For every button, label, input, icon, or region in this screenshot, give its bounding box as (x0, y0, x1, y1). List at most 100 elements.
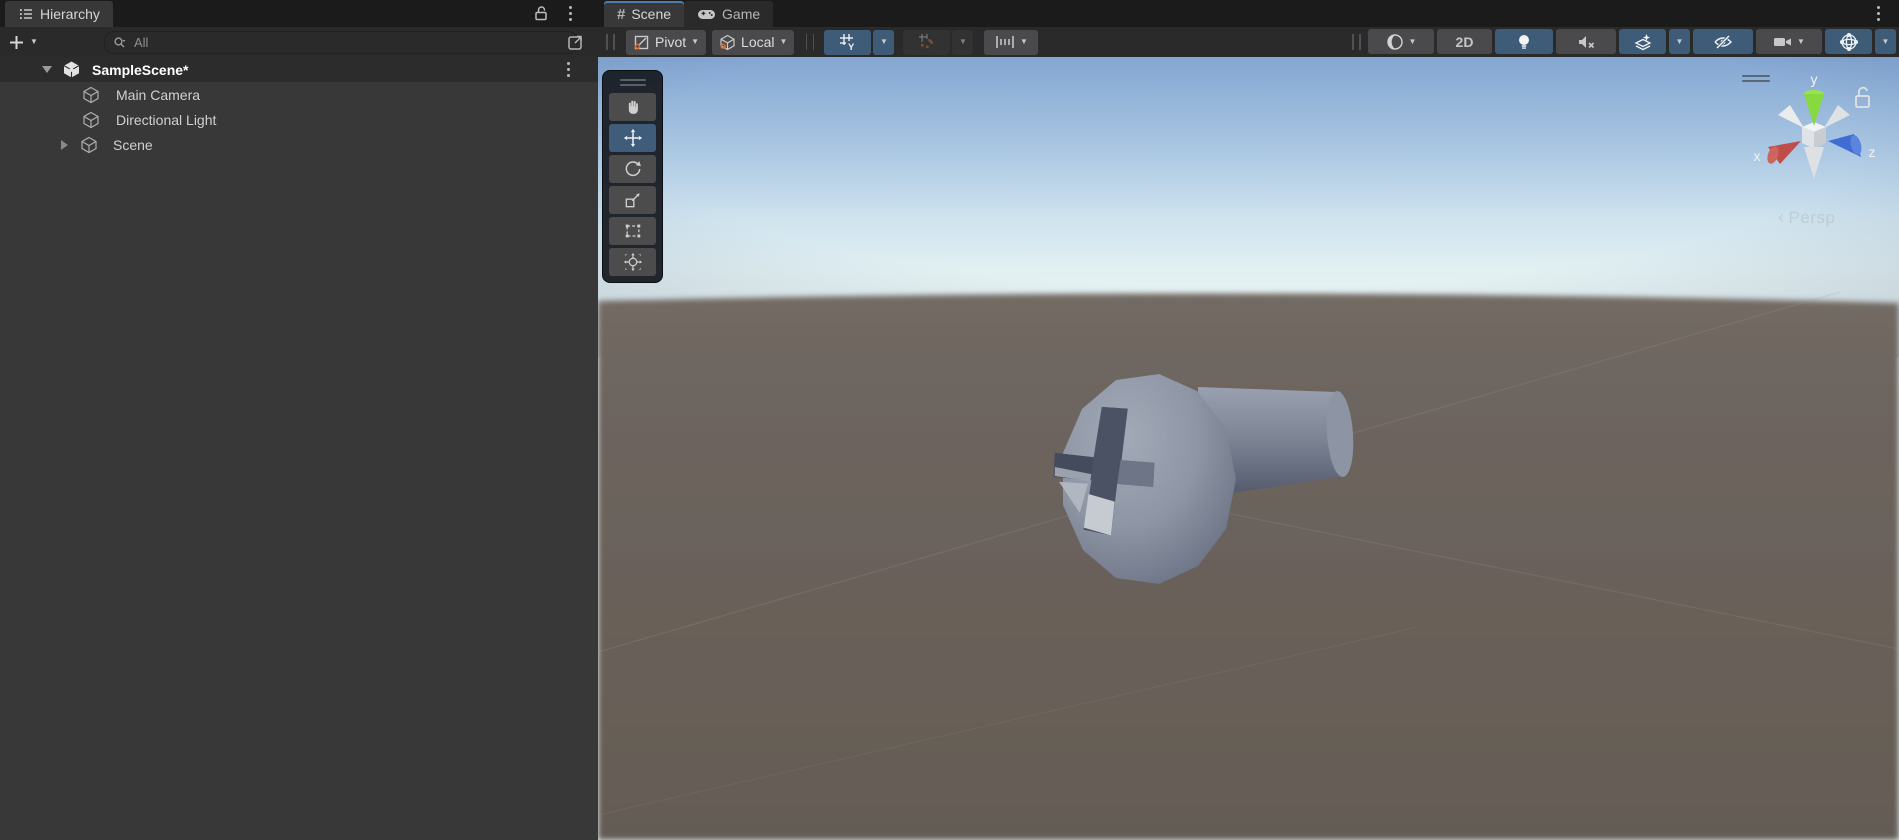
audio-mute-button[interactable] (1556, 29, 1616, 54)
hierarchy-toolbar: ▼ (0, 27, 598, 58)
hand-icon (623, 97, 643, 117)
pivot-mode-button[interactable]: Pivot ▼ (626, 30, 706, 55)
tab-scene[interactable]: # Scene (604, 1, 684, 27)
2d-label: 2D (1456, 34, 1474, 50)
list-icon (18, 6, 34, 22)
scene-viewport[interactable]: y x z ‹Persp (598, 57, 1899, 840)
tool-view-hand[interactable] (609, 93, 656, 121)
axis-cone-back-left[interactable] (1778, 105, 1804, 128)
scene-root-label: SampleScene* (92, 62, 189, 78)
tab-hierarchy-label: Hierarchy (40, 6, 100, 22)
local-cube-icon (719, 34, 736, 51)
scene-toolbar: Pivot ▼ Local ▼ Y ▼ (598, 27, 1899, 58)
hierarchy-panel: Hierarchy ▼ (0, 0, 600, 840)
gameobject-cube-icon (82, 111, 100, 129)
tools-drag-handle[interactable] (620, 76, 646, 90)
hierarchy-menu-kebab[interactable] (568, 6, 572, 21)
snap-button[interactable] (903, 30, 950, 55)
increment-snap-button[interactable]: ▼ (984, 30, 1038, 55)
axis-z-label: z (1869, 144, 1876, 160)
item-label: Main Camera (116, 87, 200, 103)
scene-toolbar-right-group: ▼ 2D (1348, 29, 1896, 54)
tools-overlay (602, 70, 663, 283)
local-label: Local (741, 34, 774, 50)
scene-menu-kebab[interactable] (1876, 6, 1880, 21)
grid-visibility-button[interactable]: Y (824, 30, 871, 55)
local-caret: ▼ (780, 38, 788, 46)
pivot-icon (633, 34, 650, 51)
tab-scene-label: Scene (631, 6, 671, 22)
increment-snap-caret: ▼ (1020, 38, 1028, 46)
gameobject-cube-icon (80, 136, 98, 154)
tool-scale[interactable] (609, 186, 656, 214)
item-label: Scene (113, 137, 153, 153)
shading-caret: ▼ (1409, 38, 1417, 46)
tool-transform[interactable] (609, 248, 656, 276)
projection-toggle[interactable]: ‹Persp (1778, 207, 1835, 228)
orientation-gizmo[interactable]: y x z (1740, 65, 1899, 215)
toolbar-separator (806, 34, 814, 50)
tree-row-directional-light[interactable]: Directional Light (0, 107, 598, 132)
transform-icon (623, 252, 643, 272)
toolbar-drag-handle[interactable] (606, 34, 615, 50)
tab-game-label: Game (722, 6, 760, 22)
scene-row-kebab[interactable] (566, 62, 570, 77)
unlock-icon[interactable] (533, 5, 549, 22)
rect-tool-icon (623, 221, 643, 241)
expand-triangle-icon[interactable] (61, 140, 68, 150)
pivot-caret: ▼ (691, 38, 699, 46)
shading-mode-button[interactable]: ▼ (1368, 29, 1434, 54)
gizmos-button[interactable] (1825, 29, 1872, 54)
hierarchy-tree: SampleScene* Main Camera Directional Lig… (0, 57, 598, 157)
tab-hierarchy[interactable]: Hierarchy (5, 1, 113, 27)
handle-rotation-button[interactable]: Local ▼ (712, 30, 794, 55)
grid-settings-caret[interactable]: ▼ (873, 30, 894, 55)
gamepad-icon (697, 7, 716, 21)
gizmos-caret[interactable]: ▼ (1875, 29, 1896, 54)
effects-button[interactable] (1619, 29, 1666, 54)
add-object-caret[interactable]: ▼ (30, 38, 38, 46)
gizmo-unlock-icon[interactable] (1856, 88, 1869, 107)
gameobject-cube-icon (82, 86, 100, 104)
effects-caret[interactable]: ▼ (1669, 29, 1690, 54)
axis-cone-back-right[interactable] (1824, 105, 1850, 128)
scene-lighting-button[interactable] (1495, 29, 1553, 54)
scene-visibility-button[interactable] (1693, 29, 1753, 54)
tree-row-scene-object[interactable]: Scene (0, 132, 598, 157)
tree-row-scene-root[interactable]: SampleScene* (0, 57, 598, 82)
rotate-icon (623, 159, 643, 179)
projection-label: Persp (1789, 208, 1836, 227)
scene-panel: # Scene Game Pivot ▼ (598, 0, 1899, 840)
grid-hash-icon: # (617, 6, 625, 23)
hierarchy-search-field[interactable] (104, 31, 578, 54)
snap-magnet-icon (918, 33, 936, 51)
item-label: Directional Light (116, 112, 216, 128)
tree-row-main-camera[interactable]: Main Camera (0, 82, 598, 107)
add-object-button[interactable] (8, 34, 25, 51)
gizmo-center-cube[interactable] (1802, 122, 1826, 149)
viewport-render (598, 57, 1899, 840)
tab-game[interactable]: Game (684, 1, 773, 27)
axis-x-label: x (1754, 148, 1761, 164)
camera-settings-button[interactable]: ▼ (1756, 29, 1822, 54)
tool-rect[interactable] (609, 217, 656, 245)
speaker-mute-icon (1577, 34, 1596, 50)
toolbar-drag-handle[interactable] (1352, 34, 1361, 50)
unity-editor-window: Hierarchy ▼ (0, 0, 1899, 840)
2d-toggle-button[interactable]: 2D (1437, 29, 1492, 54)
snap-caret[interactable]: ▼ (952, 30, 973, 55)
tool-rotate[interactable] (609, 155, 656, 183)
video-camera-icon (1773, 35, 1792, 49)
axis-cone-down[interactable] (1804, 147, 1824, 179)
expand-window-icon[interactable] (566, 32, 586, 52)
ground (598, 293, 1899, 840)
increment-snap-icon (995, 34, 1015, 50)
search-input[interactable] (132, 34, 569, 51)
shaded-sphere-icon (1386, 33, 1404, 51)
collapse-triangle-icon[interactable] (42, 66, 52, 73)
axis-cone-y[interactable] (1804, 94, 1824, 126)
unity-scene-icon (62, 60, 81, 79)
tool-move[interactable] (609, 124, 656, 152)
chevron-left-icon: ‹ (1778, 207, 1785, 227)
axis-y-label: y (1811, 71, 1818, 87)
